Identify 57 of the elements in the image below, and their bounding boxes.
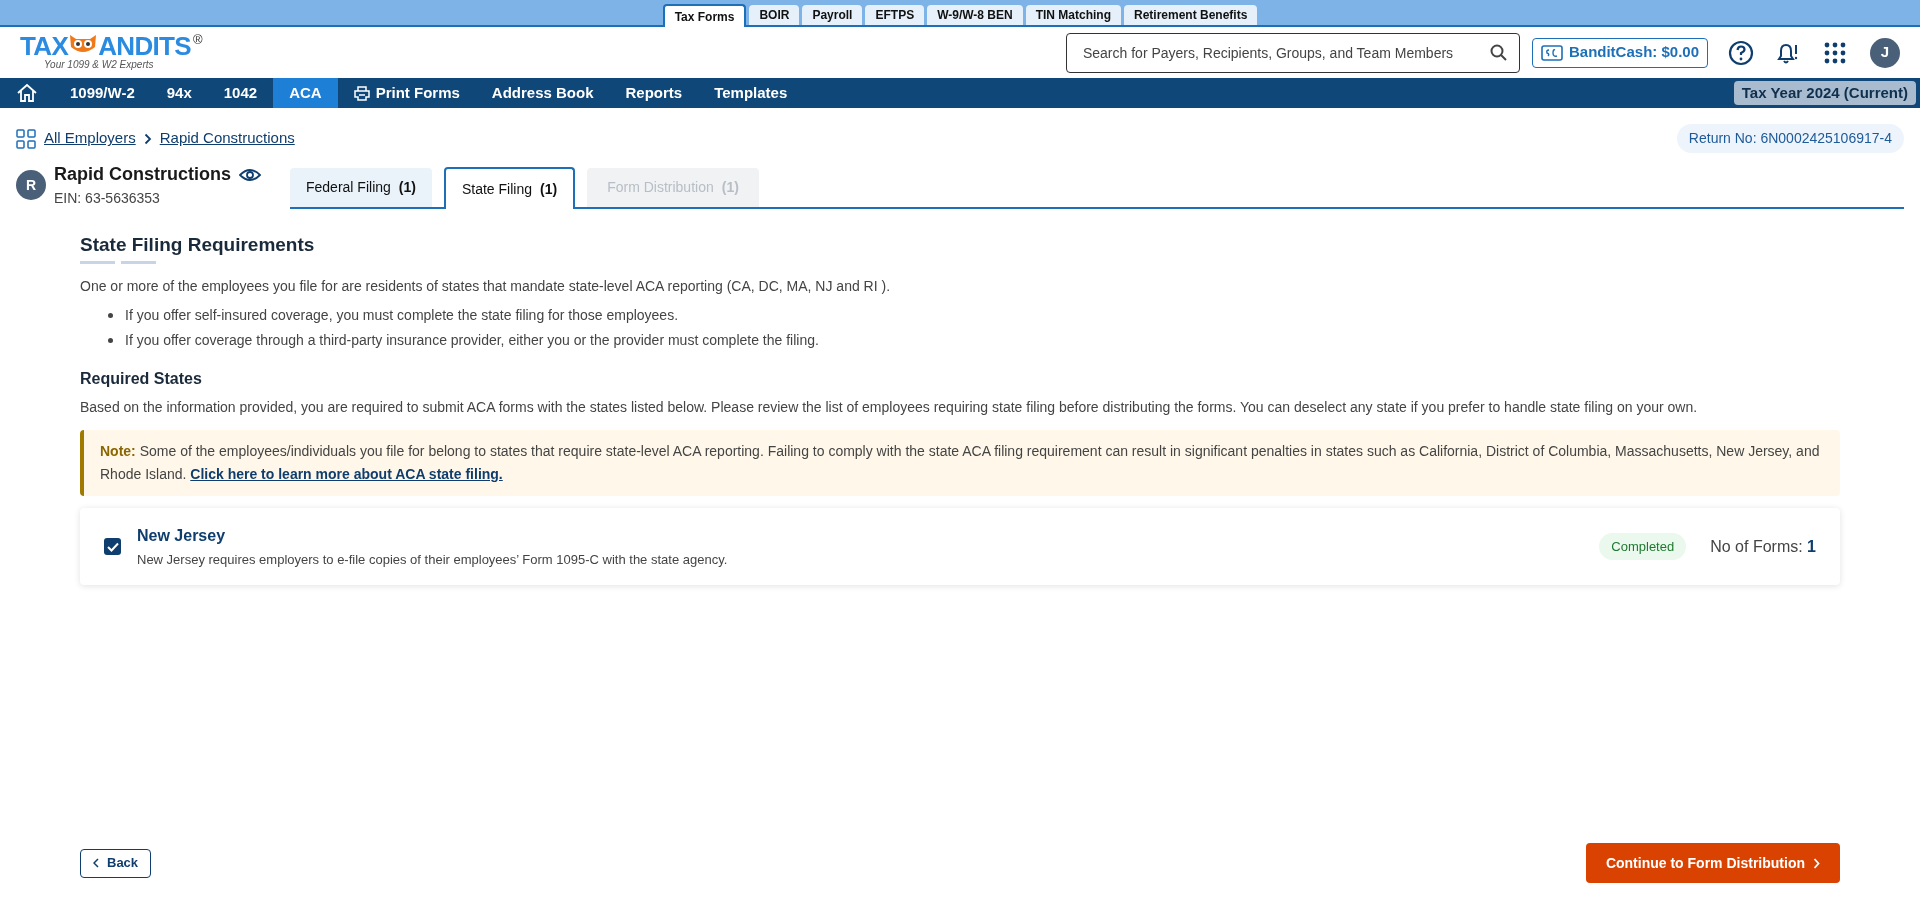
user-avatar[interactable]: J [1870,37,1900,68]
nav-item[interactable]: Address Book [475,78,610,108]
note-text: Note: Some of the employees/individuals you file for belong to states that require state-level ACA reporting. Failing to comply with the state ACA filing requirement can result in significant penalties in states such as California, District of Columbia, Massachusetts, New Jersey, and Rhode Island. Click here to learn more about ACA state filing. [100,441,1821,484]
return-number: Return No: 6N0002425106917-4 [1676,124,1904,153]
search-icon[interactable] [1489,43,1508,62]
product-tab[interactable]: EFTPS [865,5,925,25]
checkbox[interactable] [104,538,121,555]
product-tab[interactable]: Retirement Benefits [1124,5,1258,25]
bullet-text: If you offer self-insured coverage, you must complete the state filing for those employees. [125,305,679,325]
subheading: Required States [80,368,203,389]
employer-ein: EIN: 63-5636353 [54,189,161,208]
logo-text: ANDITS [98,33,191,60]
continue-button[interactable]: Continue to Form Distribution [1585,843,1840,883]
nav-item[interactable]: Templates [698,78,804,108]
learn-more-link[interactable]: Click here to learn more about ACA state filing. [190,465,503,482]
logo-text: TAX [20,33,69,60]
forms-count: No of Forms: 1 [1710,536,1816,557]
employer-name: Rapid Constructions [54,163,231,186]
state-description: New Jersey requires employers to e-file copies of their employees’ Form 1095-C with the state agency. [137,550,729,569]
chevron-right-icon [1813,857,1820,869]
chevron-left-icon [93,858,99,868]
product-tab[interactable]: W-9/W-8 BEN [927,5,1023,25]
product-tab[interactable]: Tax Forms [662,4,747,27]
nav-item[interactable]: Reports [609,78,699,108]
nav-item[interactable]: 1042 [207,78,274,108]
filing-tab[interactable]: State Filing (1) [443,167,576,209]
status-badge: Completed [1599,532,1687,561]
product-tab[interactable]: Payroll [802,5,863,25]
eye-icon[interactable] [239,167,261,182]
nav-item[interactable]: 94x [150,78,208,108]
printer-icon [353,85,370,101]
nav-item[interactable]: Print Forms [337,78,476,108]
bullet-text: If you offer coverage through a third-party insurance provider, either you or the provider must complete the filing. [125,330,819,350]
breadcrumb-link[interactable]: All Employers [44,127,136,150]
back-button[interactable]: Back [80,848,152,878]
nav-item[interactable]: 1099/W-2 [54,78,151,108]
nav-item[interactable]: ACA [273,78,338,108]
grid-icon [16,128,36,149]
home-icon[interactable] [16,83,38,103]
registered-mark: ® [193,33,203,47]
intro-text: One or more of the employees you file for are residents of states that mandate state-level ACA reporting (CA, DC, MA, NJ and RI ). [80,276,892,296]
cash-icon [1540,44,1563,61]
chevron-right-icon [143,132,152,145]
section-heading: State Filing Requirements [80,233,316,257]
state-name: New Jersey [137,525,227,546]
tax-year-selector[interactable]: Tax Year 2024 (Current) [1733,81,1916,105]
search-field[interactable]: Search for Payers, Recipients, Groups, and Team Members [1065,32,1520,73]
apps-grid-icon[interactable] [1824,41,1846,64]
employer-avatar: R [16,170,46,200]
logo-tagline: Your 1099 & W2 Experts [43,59,155,72]
bandit-cash-button[interactable]: BanditCash: $0.00 [1531,37,1708,68]
filing-tab[interactable]: Federal Filing (1) [290,168,432,207]
product-tab[interactable]: TIN Matching [1025,5,1121,25]
required-states-text: Based on the information provided, you are required to submit ACA forms with the states listed below. Please review the list of employees requiring state filing before distributing the forms. You can deselect any state if you prefer to handle state filing on your own. [80,397,1699,417]
breadcrumb-link[interactable]: Rapid Constructions [159,127,295,150]
help-icon[interactable] [1728,39,1754,66]
product-tab[interactable]: BOIR [749,5,800,25]
